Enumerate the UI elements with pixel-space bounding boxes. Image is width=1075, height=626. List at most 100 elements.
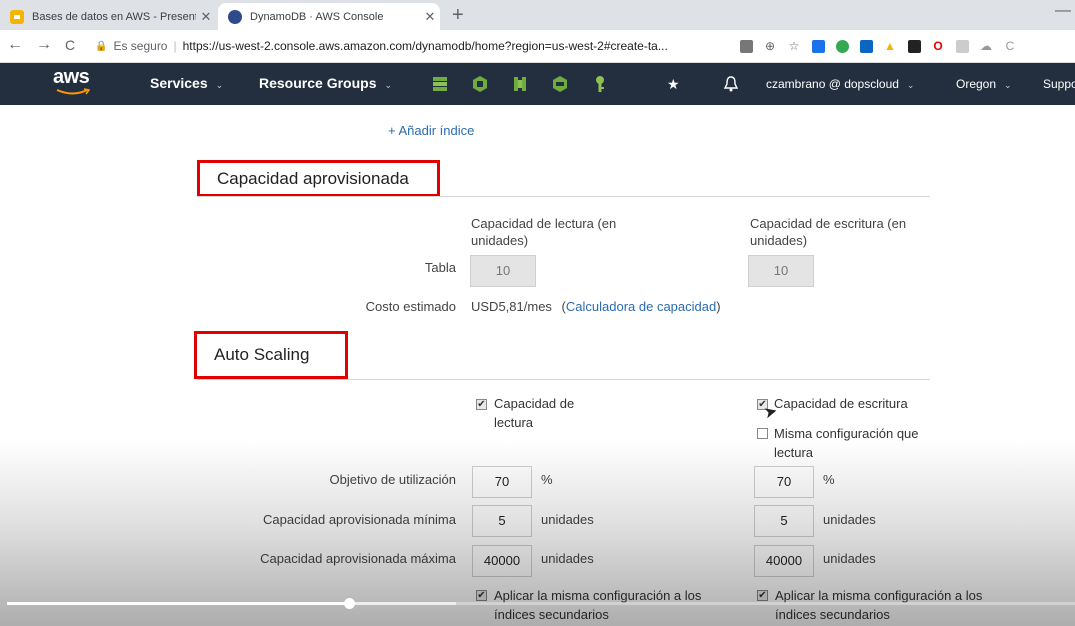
read-target-utilization-input[interactable]: 70 xyxy=(472,466,532,498)
read-max-capacity-input[interactable]: 40000 xyxy=(472,545,532,577)
drive-icon[interactable]: ▲ xyxy=(878,38,902,54)
url-text: https://us-west-2.console.aws.amazon.com… xyxy=(182,39,668,53)
chevron-down-icon: ⌄ xyxy=(906,80,915,90)
divider xyxy=(197,379,930,380)
zoom-icon[interactable]: ⊕ xyxy=(758,38,782,54)
divider: | xyxy=(173,39,177,53)
units-label: unidades xyxy=(823,551,876,566)
paren-close: ) xyxy=(716,299,721,314)
read-apply-secondary-checkbox[interactable]: ✔ xyxy=(476,590,487,601)
units-label: unidades xyxy=(541,551,594,566)
extension-slides-icon[interactable] xyxy=(806,38,830,54)
opera-icon[interactable]: O xyxy=(926,38,950,54)
write-target-utilization-input[interactable]: 70 xyxy=(754,466,814,498)
video-played-bar xyxy=(7,602,349,605)
browser-tab-presentation[interactable]: Bases de datos en AWS - Present ✕ xyxy=(0,3,216,30)
estimated-cost-label: Costo estimado xyxy=(365,299,456,314)
write-apply-secondary-checkbox[interactable]: ✔ xyxy=(757,590,768,601)
account-label: czambrano @ dopscloud xyxy=(766,77,899,91)
video-scrubber-handle[interactable] xyxy=(344,598,355,609)
max-capacity-label: Capacidad aprovisionada máxima xyxy=(260,551,456,566)
read-apply-secondary-label: Aplicar la misma configuración a los índ… xyxy=(494,588,702,622)
extension-menu-icon[interactable]: C xyxy=(998,38,1022,54)
notifications-bell-icon[interactable] xyxy=(723,75,739,93)
services-label: Services xyxy=(150,75,208,91)
divider xyxy=(197,196,930,197)
chevron-down-icon: ⌄ xyxy=(384,80,393,90)
write-capacity-header: Capacidad de escritura (en unidades) xyxy=(750,216,907,248)
bookmark-star-icon[interactable]: ☆ xyxy=(782,38,806,54)
auto-scaling-title: Auto Scaling xyxy=(194,331,348,379)
pin-icon[interactable]: ★ xyxy=(667,76,683,94)
reload-button[interactable]: C xyxy=(65,37,75,53)
create-table-form: + Añadir índice Capacidad aprovisionada … xyxy=(0,105,1075,626)
cloud-extension-icon[interactable]: ☁ xyxy=(974,38,998,54)
region-label: Oregon xyxy=(956,77,997,91)
close-tab-icon[interactable]: ✕ xyxy=(420,9,440,25)
service-shortcut-rds-icon[interactable] xyxy=(552,75,568,93)
browser-tab-dynamodb[interactable]: DynamoDB · AWS Console ✕ xyxy=(218,3,440,30)
translate-icon[interactable] xyxy=(734,38,758,54)
read-autoscaling-checkbox[interactable]: ✔ xyxy=(476,399,487,410)
forward-button[interactable]: → xyxy=(36,36,52,54)
service-shortcut-ec2-icon[interactable] xyxy=(472,75,488,93)
chevron-down-icon: ⌄ xyxy=(215,80,224,90)
services-menu[interactable]: Services ⌄ xyxy=(150,75,223,91)
account-menu[interactable]: czambrano @ dopscloud ⌄ xyxy=(766,77,914,91)
back-button[interactable]: ← xyxy=(7,36,23,54)
section-title-text: Auto Scaling xyxy=(214,345,310,364)
write-autoscaling-label: Capacidad de escritura xyxy=(774,396,908,411)
percent-unit: % xyxy=(823,472,835,487)
tab-title: Bases de datos en AWS - Present xyxy=(32,10,196,23)
estimated-cost-row: USD5,81/mes (Calculadora de capacidad) xyxy=(471,299,721,314)
read-capacity-field: 10 xyxy=(470,255,536,287)
same-config-label: Misma configuración que lectura xyxy=(774,426,919,460)
tab-title: DynamoDB · AWS Console xyxy=(250,10,384,23)
read-min-capacity-input[interactable]: 5 xyxy=(472,505,532,537)
extension-icons: ⊕ ☆ ▲ O ☁ C xyxy=(734,38,1022,54)
browser-tab-strip: Bases de datos en AWS - Present ✕ Dynamo… xyxy=(0,0,1075,30)
add-index-link[interactable]: + Añadir índice xyxy=(388,123,474,138)
estimated-cost-value: USD5,81/mes xyxy=(471,299,552,314)
support-menu[interactable]: Suppo xyxy=(1043,77,1075,91)
aws-console-nav: aws Services ⌄ Resource Groups ⌄ ★ czambra… xyxy=(0,63,1075,105)
region-menu[interactable]: Oregon ⌄ xyxy=(956,77,1012,91)
pdf-extension-icon[interactable] xyxy=(950,38,974,54)
section-title-text: Capacidad aprovisionada xyxy=(217,168,409,188)
new-tab-button[interactable]: + xyxy=(452,4,464,27)
dynamodb-icon xyxy=(228,9,242,24)
video-progress-bar[interactable] xyxy=(7,598,1075,609)
minimize-window-button[interactable]: — xyxy=(1055,2,1071,20)
slides-icon xyxy=(10,9,24,24)
target-utilization-label: Objetivo de utilización xyxy=(329,472,456,487)
amazon-assistant-icon[interactable] xyxy=(902,38,926,54)
service-shortcut-iam-icon[interactable] xyxy=(592,75,608,93)
read-capacity-header: Capacidad de lectura (en unidades) xyxy=(471,216,617,248)
close-tab-icon[interactable]: ✕ xyxy=(196,9,216,25)
units-label: unidades xyxy=(823,512,876,527)
percent-unit: % xyxy=(541,472,553,487)
same-config-checkbox[interactable] xyxy=(757,428,768,439)
units-label: unidades xyxy=(541,512,594,527)
resource-groups-menu[interactable]: Resource Groups ⌄ xyxy=(259,75,392,91)
service-shortcut-s3-icon[interactable] xyxy=(512,75,528,93)
capacity-calculator-link[interactable]: Calculadora de capacidad xyxy=(566,299,716,314)
read-autoscaling-label: Capacidad de lectura xyxy=(494,396,575,430)
aws-logo[interactable]: aws xyxy=(53,66,101,100)
aws-smile-icon xyxy=(56,88,90,95)
table-label: Tabla xyxy=(424,260,456,275)
linkedin-icon[interactable] xyxy=(854,38,878,54)
chevron-down-icon: ⌄ xyxy=(1004,80,1012,90)
service-shortcut-dynamodb-icon[interactable] xyxy=(432,75,448,93)
write-min-capacity-input[interactable]: 5 xyxy=(754,505,814,537)
address-bar[interactable]: 🔒 Es seguro | https://us-west-2.console.… xyxy=(95,35,725,57)
secure-label: Es seguro xyxy=(113,39,168,53)
provisioned-capacity-title: Capacidad aprovisionada xyxy=(197,160,440,197)
resource-groups-label: Resource Groups xyxy=(259,75,377,91)
min-capacity-label: Capacidad aprovisionada mínima xyxy=(263,512,456,527)
write-apply-secondary-label: Aplicar la misma configuración a los índ… xyxy=(775,588,983,622)
extension-green-icon[interactable] xyxy=(830,38,854,54)
write-capacity-field: 10 xyxy=(748,255,814,287)
browser-toolbar: ← → C 🔒 Es seguro | https://us-west-2.co… xyxy=(0,30,1075,63)
write-max-capacity-input[interactable]: 40000 xyxy=(754,545,814,577)
